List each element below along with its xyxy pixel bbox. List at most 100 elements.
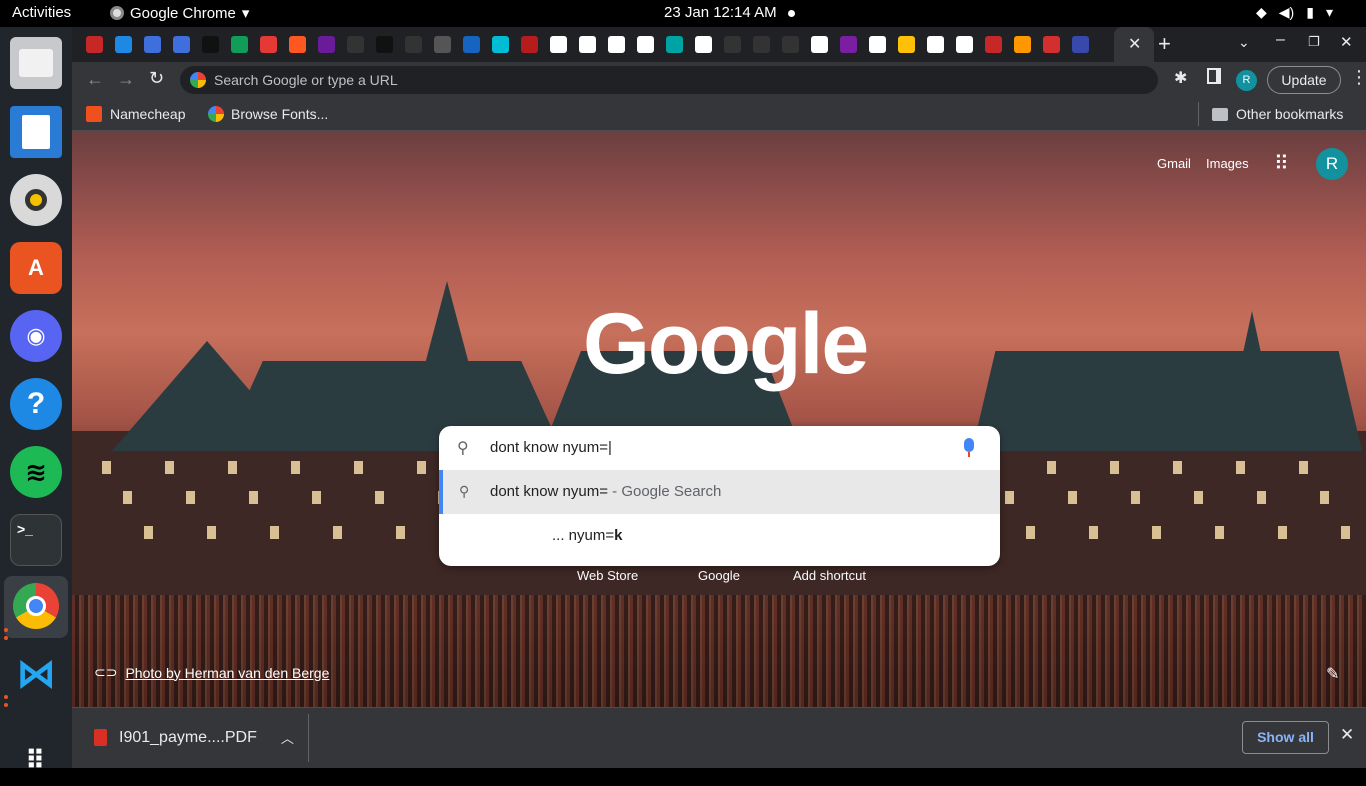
tab-favicon-icon[interactable] bbox=[782, 36, 799, 53]
tab-favicon-icon[interactable] bbox=[898, 36, 915, 53]
tab-favicon-icon[interactable] bbox=[1072, 36, 1089, 53]
tab-favicon-icon[interactable] bbox=[956, 36, 973, 53]
building-window bbox=[291, 461, 300, 474]
terminal-icon[interactable]: >_ bbox=[10, 514, 62, 566]
other-bookmarks[interactable]: Other bookmarks bbox=[1212, 106, 1343, 122]
running-indicator bbox=[4, 636, 8, 640]
tab-favicon-icon[interactable] bbox=[115, 36, 132, 53]
chrome-icon bbox=[110, 6, 124, 20]
running-indicator bbox=[4, 695, 8, 699]
tab-favicon-icon[interactable] bbox=[985, 36, 1002, 53]
suggestion-item[interactable]: ⚲ dont know nyum= - Google Search bbox=[439, 470, 1000, 514]
download-bar: I901_payme....PDF ︿ Show all ✕ bbox=[72, 707, 1366, 768]
chrome-icon[interactable] bbox=[10, 580, 62, 632]
software-icon[interactable]: A bbox=[10, 242, 62, 294]
tab-favicon-icon[interactable] bbox=[753, 36, 770, 53]
spotify-icon[interactable]: ≋ bbox=[10, 446, 62, 498]
reload-icon[interactable]: ↻ bbox=[149, 68, 164, 89]
tab-favicon-icon[interactable] bbox=[173, 36, 190, 53]
search-input[interactable]: dont know nyum=| bbox=[490, 439, 612, 456]
tab-favicon-icon[interactable] bbox=[376, 36, 393, 53]
help-icon[interactable]: ? bbox=[10, 378, 62, 430]
close-window-icon[interactable]: ✕ bbox=[1340, 33, 1353, 51]
tab-favicon-icon[interactable] bbox=[347, 36, 364, 53]
rhythmbox-icon[interactable] bbox=[10, 174, 62, 226]
tab-favicon-icon[interactable] bbox=[695, 36, 712, 53]
tab-favicon-icon[interactable] bbox=[434, 36, 451, 53]
fonts-icon bbox=[208, 106, 224, 122]
building-window bbox=[270, 526, 279, 539]
building-window bbox=[1341, 526, 1350, 539]
customize-pencil-icon[interactable]: ✎ bbox=[1326, 664, 1339, 684]
microphone-icon[interactable] bbox=[964, 438, 974, 452]
shortcut-google[interactable]: Google bbox=[698, 568, 740, 583]
bookmark-namecheap[interactable]: Namecheap bbox=[86, 106, 186, 122]
app-menu[interactable]: Google Chrome ▾ bbox=[110, 4, 249, 22]
active-tab[interactable]: ✕ bbox=[1114, 27, 1154, 62]
minimize-icon[interactable]: – bbox=[1276, 31, 1285, 49]
tab-favicon-icon[interactable] bbox=[840, 36, 857, 53]
tab-favicon-icon[interactable] bbox=[318, 36, 335, 53]
tab-favicon-icon[interactable] bbox=[1043, 36, 1060, 53]
close-download-bar-icon[interactable]: ✕ bbox=[1340, 725, 1354, 745]
search-input-row[interactable]: ⚲ dont know nyum=| bbox=[439, 426, 1000, 470]
tab-favicon-icon[interactable] bbox=[86, 36, 103, 53]
chevron-up-icon[interactable]: ︿ bbox=[281, 728, 294, 747]
tab-search-icon[interactable]: ⌄ bbox=[1238, 34, 1250, 51]
tab-favicon-icon[interactable] bbox=[579, 36, 596, 53]
files-icon[interactable] bbox=[10, 37, 62, 89]
back-icon[interactable]: ← bbox=[86, 69, 104, 90]
close-tab-icon[interactable]: ✕ bbox=[1128, 34, 1141, 54]
tab-favicon-icon[interactable] bbox=[231, 36, 248, 53]
forward-icon[interactable]: → bbox=[117, 69, 135, 90]
tab-favicon-icon[interactable] bbox=[492, 36, 509, 53]
tab-favicon-icon[interactable] bbox=[869, 36, 886, 53]
side-panel-icon[interactable] bbox=[1207, 68, 1221, 84]
omnibox[interactable]: Search Google or type a URL bbox=[180, 66, 1158, 94]
apps-grid-icon[interactable]: ⠿ bbox=[1274, 151, 1289, 176]
apps-grid-icon[interactable]: ⠿ bbox=[10, 734, 62, 786]
writer-icon[interactable] bbox=[10, 106, 62, 158]
activities-button[interactable]: Activities bbox=[12, 4, 71, 21]
photo-credit[interactable]: ⊂⊃ Photo by Herman van den Berge bbox=[94, 664, 329, 681]
discord-icon[interactable]: ◉ bbox=[10, 310, 62, 362]
chevron-down-icon: ▾ bbox=[1325, 4, 1333, 20]
tab-favicon-icon[interactable] bbox=[637, 36, 654, 53]
other-bookmarks-label: Other bookmarks bbox=[1236, 106, 1344, 122]
images-link[interactable]: Images bbox=[1206, 156, 1249, 171]
profile-avatar[interactable]: R bbox=[1316, 148, 1348, 180]
clock[interactable]: 23 Jan 12:14 AM bbox=[664, 4, 777, 21]
tab-favicon-icon[interactable] bbox=[521, 36, 538, 53]
tab-favicon-icon[interactable] bbox=[260, 36, 277, 53]
tab-favicon-icon[interactable] bbox=[550, 36, 567, 53]
system-tray[interactable]: ◆ ◀) ▮ ▾ bbox=[1256, 4, 1333, 21]
extensions-icon[interactable]: ✱ bbox=[1174, 68, 1187, 88]
profile-avatar[interactable]: R bbox=[1236, 70, 1257, 91]
tab-favicon-icon[interactable] bbox=[811, 36, 828, 53]
vscode-icon[interactable]: ⋈ bbox=[10, 648, 62, 700]
update-button[interactable]: Update bbox=[1267, 66, 1341, 94]
tab-favicon-icon[interactable] bbox=[405, 36, 422, 53]
suggestion-item[interactable]: ... nyum=k bbox=[439, 514, 1000, 558]
tab-favicon-icon[interactable] bbox=[1014, 36, 1031, 53]
tab-favicon-icon[interactable] bbox=[724, 36, 741, 53]
gmail-link[interactable]: Gmail bbox=[1157, 156, 1191, 171]
tab-favicon-icon[interactable] bbox=[202, 36, 219, 53]
tab-favicon-icon[interactable] bbox=[289, 36, 306, 53]
tab-favicon-icon[interactable] bbox=[463, 36, 480, 53]
system-top-bar: Activities Google Chrome ▾ 23 Jan 12:14 … bbox=[0, 0, 1366, 27]
maximize-icon[interactable]: ❐ bbox=[1308, 34, 1320, 50]
tab-favicon-icon[interactable] bbox=[666, 36, 683, 53]
shortcut-add[interactable]: Add shortcut bbox=[793, 568, 866, 583]
bookmark-browse-fonts[interactable]: Browse Fonts... bbox=[208, 106, 328, 122]
building-window bbox=[1089, 526, 1098, 539]
photo-credit-text: Photo by Herman van den Berge bbox=[125, 664, 330, 681]
new-tab-icon[interactable]: + bbox=[1158, 31, 1171, 57]
tab-favicon-icon[interactable] bbox=[144, 36, 161, 53]
download-item[interactable]: I901_payme....PDF ︿ bbox=[94, 728, 294, 747]
shortcut-web-store[interactable]: Web Store bbox=[577, 568, 638, 583]
show-all-button[interactable]: Show all bbox=[1242, 721, 1329, 754]
tab-favicon-icon[interactable] bbox=[927, 36, 944, 53]
tab-favicon-icon[interactable] bbox=[608, 36, 625, 53]
menu-icon[interactable]: ⋮ bbox=[1350, 67, 1366, 88]
